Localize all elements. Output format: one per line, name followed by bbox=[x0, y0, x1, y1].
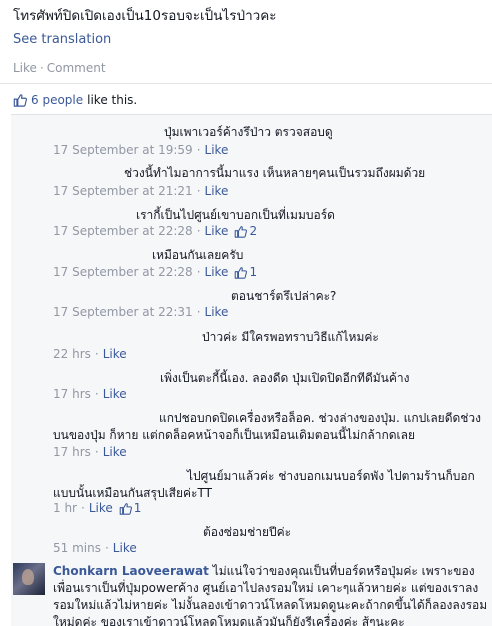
comment-time[interactable]: 17 hrs bbox=[53, 387, 91, 401]
comment-like-link[interactable]: Like bbox=[89, 501, 113, 515]
comment-like-link[interactable]: Like bbox=[103, 387, 127, 401]
comment-link[interactable]: Comment bbox=[47, 61, 106, 75]
avatar[interactable] bbox=[13, 563, 45, 595]
comment-meta: 17 September at 22:31 · Like bbox=[53, 305, 228, 319]
comment-like-link[interactable]: Like bbox=[103, 445, 127, 459]
comment-like-link[interactable]: Like bbox=[205, 265, 229, 279]
divider bbox=[0, 83, 492, 84]
comments-section: ปุ่มเพาเวอร์ค้างรึป่าว ตรวจสอบดู 17 Sept… bbox=[11, 114, 492, 626]
comment-text: ตอนชาร์ตรึเปล่าคะ? bbox=[231, 289, 337, 303]
meta-dot: · bbox=[196, 184, 201, 198]
comment-like-link[interactable]: Like bbox=[205, 184, 229, 198]
comment-like-link[interactable]: Like bbox=[205, 305, 229, 319]
meta-dot: · bbox=[94, 387, 99, 401]
comment-meta: 17 September at 22:28 · Like 2 bbox=[53, 224, 257, 238]
see-translation-link[interactable]: See translation bbox=[13, 32, 111, 47]
comment-time[interactable]: 51 mins bbox=[53, 541, 101, 555]
thumbs-up-icon bbox=[13, 94, 27, 107]
comment-like-count[interactable]: 2 bbox=[234, 224, 257, 238]
comment-text-line-1: แกปชอบกดปิดเครื่องหรือล็อค. ช่วงล่างของป… bbox=[159, 411, 482, 425]
comment-time[interactable]: 22 hrs bbox=[53, 347, 91, 361]
comment-text: ป่าวค่ะ มีใครพอทราบวิธีแก้ไหมค่ะ bbox=[202, 330, 379, 344]
meta-dot: · bbox=[94, 445, 99, 459]
meta-dot: · bbox=[196, 224, 201, 238]
comment-meta: 17 hrs · Like bbox=[53, 445, 127, 459]
thumbs-up-icon bbox=[119, 502, 132, 515]
comment-text: ปุ่มเพาเวอร์ค้างรึป่าว ตรวจสอบดู bbox=[164, 125, 333, 139]
meta-dot: · bbox=[94, 347, 99, 361]
comment-time[interactable]: 17 hrs bbox=[53, 445, 91, 459]
comment-like-link[interactable]: Like bbox=[205, 143, 229, 157]
comment-text-line-2: แบบนั้นเหมือนกันสรุปเสียค่ะTT bbox=[53, 486, 212, 500]
comment-meta: 17 September at 22:28 · Like 1 bbox=[53, 265, 257, 279]
comment-time[interactable]: 1 hr bbox=[53, 501, 77, 515]
comment-text: เหมือนกันเลยครับ bbox=[152, 248, 244, 262]
like-count-value: 1 bbox=[133, 501, 142, 515]
comment-like-link[interactable]: Like bbox=[103, 347, 127, 361]
likes-suffix: like this. bbox=[87, 93, 138, 107]
post-text: โทรศัพท์ปิดเปิดเองเป็น10รอบจะเป็นไรป่าวค… bbox=[13, 8, 277, 24]
meta-dot: · bbox=[104, 541, 109, 555]
comment-text-line-1: ไปศูนย์มาแล้วค่ะ ช่างบอกเมนบอร์ดพัง ไปตา… bbox=[187, 469, 475, 483]
comment-meta: 1 hr · Like 1 bbox=[53, 501, 141, 515]
like-count-value: 2 bbox=[249, 224, 258, 238]
like-count-value: 1 bbox=[249, 265, 258, 279]
comment-text: เพิ่งเป็นตะกี้นี้เอง. ลองดีด ปุ่มเปิดปิด… bbox=[160, 371, 410, 385]
thumbs-up-icon bbox=[235, 266, 248, 279]
comment-text: ต้องซ่อมช่ายปีค่ะ bbox=[203, 525, 292, 539]
thumbs-up-icon bbox=[235, 225, 248, 238]
comment-author-link[interactable]: Chonkarn Laoveerawat bbox=[53, 564, 209, 578]
meta-dot: · bbox=[196, 143, 201, 157]
comment-meta: 51 mins · Like bbox=[53, 541, 137, 555]
separator: · bbox=[39, 61, 44, 75]
comment-time[interactable]: 17 September at 22:28 bbox=[53, 224, 193, 238]
comment-like-count[interactable]: 1 bbox=[119, 501, 142, 515]
comment-meta: 17 hrs · Like bbox=[53, 387, 127, 401]
comment-text: เรากี้เป็นไปศูนย์เขาบอกเป็นที่เมมบอร์ด bbox=[136, 208, 335, 222]
comment-meta: 22 hrs · Like bbox=[53, 347, 127, 361]
comment-time[interactable]: 17 September at 21:21 bbox=[53, 184, 193, 198]
comment-item: Chonkarn Laoveerawat ไม่แน่ใจว่าของคุณเป… bbox=[11, 561, 492, 626]
likes-people-link[interactable]: 6 people bbox=[31, 93, 83, 107]
comment-body: Chonkarn Laoveerawat ไม่แน่ใจว่าของคุณเป… bbox=[53, 563, 491, 626]
comment-like-link[interactable]: Like bbox=[113, 541, 137, 555]
comment-time[interactable]: 17 September at 22:28 bbox=[53, 265, 193, 279]
like-link[interactable]: Like bbox=[13, 61, 37, 75]
comment-like-link[interactable]: Like bbox=[205, 224, 229, 238]
likes-summary: 6 people like this. bbox=[13, 93, 137, 107]
meta-dot: · bbox=[196, 305, 201, 319]
comment-time[interactable]: 17 September at 19:59 bbox=[53, 143, 193, 157]
meta-dot: · bbox=[81, 501, 85, 515]
post-actions: Like · Comment bbox=[13, 61, 106, 75]
comment-meta: 17 September at 19:59 · Like bbox=[53, 143, 228, 157]
comment-text: ช่วงนี้ทำไมอาการนี้มาแรง เห็นหลายๆคนเป็น… bbox=[124, 166, 426, 180]
comment-like-count[interactable]: 1 bbox=[234, 265, 257, 279]
meta-dot: · bbox=[196, 265, 201, 279]
comment-meta: 17 September at 21:21 · Like bbox=[53, 184, 228, 198]
comment-text-line-2: บนของปุ่ม ก็หาย แต่กดล็อคหน้าจอก็เป็นเหม… bbox=[53, 428, 416, 442]
comment-time[interactable]: 17 September at 22:31 bbox=[53, 305, 193, 319]
